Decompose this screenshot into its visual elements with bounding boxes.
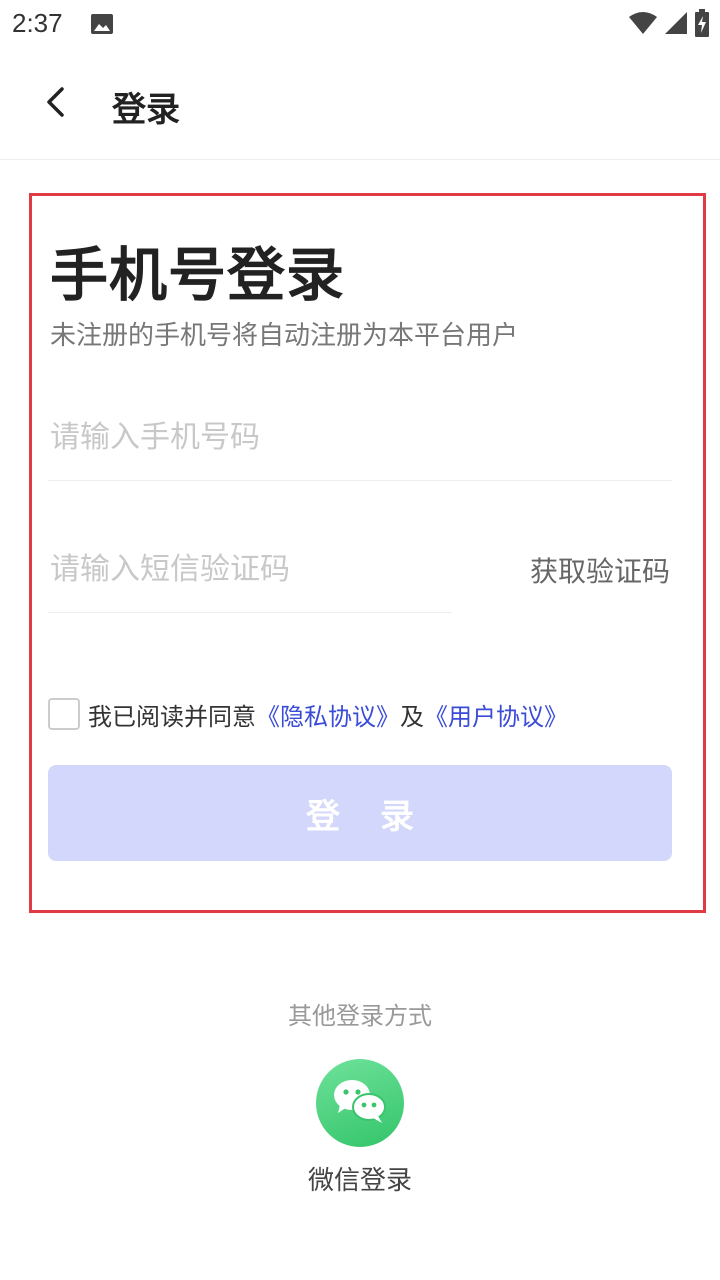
agreement-checkbox[interactable] — [48, 698, 80, 730]
wifi-icon — [628, 11, 658, 39]
status-time: 2:37 — [12, 8, 63, 38]
wechat-icon — [330, 1076, 390, 1130]
wechat-login-label: 微信登录 — [307, 1166, 412, 1196]
page-title: 手机号登录 — [50, 241, 346, 309]
wechat-login-button[interactable] — [316, 1059, 404, 1147]
privacy-link[interactable]: 《隐私协议》 — [256, 697, 400, 732]
app-bar: 登录 — [0, 48, 720, 160]
agreement-row: 我已阅读并同意 《隐私协议》 及 《用户协议》 — [48, 697, 568, 731]
signal-icon — [664, 11, 688, 39]
other-login-label: 其他登录方式 — [288, 1002, 432, 1030]
get-code-button[interactable]: 获取验证码 — [530, 550, 670, 590]
login-button[interactable]: 登录 — [48, 765, 672, 861]
user-agreement-link[interactable]: 《用户协议》 — [424, 697, 568, 732]
phone-input[interactable] — [50, 412, 670, 462]
back-button[interactable] — [34, 78, 78, 130]
phone-divider — [48, 480, 672, 481]
app-bar-title: 登录 — [112, 90, 180, 130]
image-icon — [90, 12, 114, 36]
agreement-and: 及 — [400, 702, 424, 731]
agreement-text: 我已阅读并同意 — [88, 702, 256, 731]
sms-code-input[interactable] — [50, 544, 450, 594]
battery-charging-icon — [694, 9, 710, 41]
page-subtitle: 未注册的手机号将自动注册为本平台用户 — [50, 321, 519, 351]
status-bar: 2:37 — [0, 0, 720, 48]
chevron-left-icon — [44, 86, 68, 122]
code-divider — [48, 612, 452, 613]
status-icons — [628, 9, 710, 41]
